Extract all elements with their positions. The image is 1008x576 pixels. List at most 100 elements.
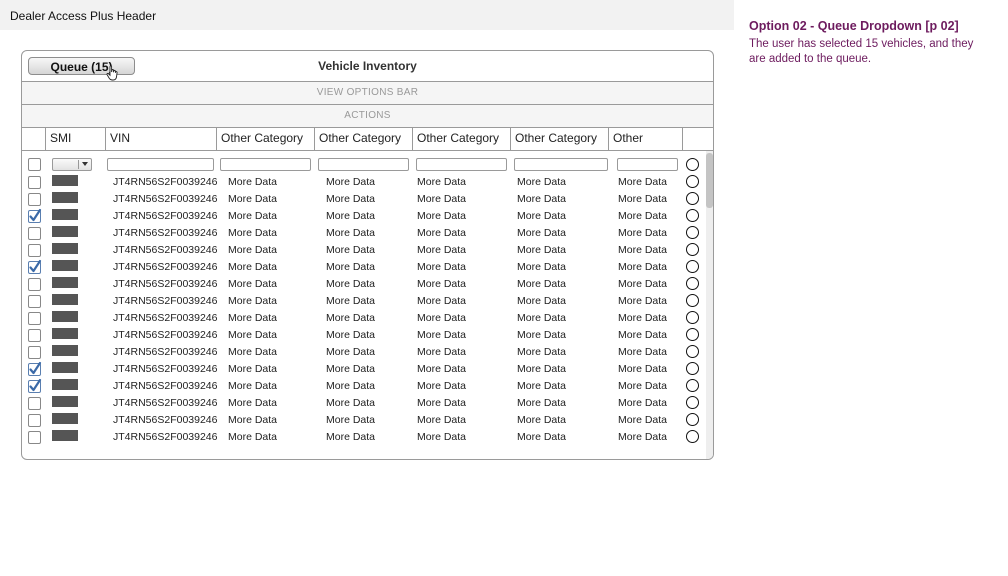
row-checkbox[interactable] — [28, 361, 42, 376]
other-category-4-cell: More Data — [517, 227, 567, 239]
table-row[interactable]: JT4RN56S2F0039246 More Data More Data More … — [22, 396, 708, 415]
other-category-2-cell: More Data — [326, 329, 376, 341]
smi-swatch — [52, 311, 78, 322]
row-radio[interactable] — [686, 175, 699, 188]
other-category-1-cell: More Data — [228, 329, 278, 341]
column-header-other[interactable]: Other — [609, 128, 683, 150]
smi-filter-dropdown[interactable] — [52, 158, 92, 171]
table-row[interactable]: JT4RN56S2F0039246 More Data More Data More … — [22, 259, 708, 279]
other-category-2-cell: More Data — [326, 431, 376, 443]
row-checkbox[interactable] — [28, 193, 41, 206]
row-radio[interactable] — [686, 277, 699, 290]
row-checkbox[interactable] — [28, 329, 41, 342]
table-row[interactable]: JT4RN56S2F0039246 More Data More Data More … — [22, 328, 708, 347]
other-category-3-cell: More Data — [417, 414, 467, 426]
vin-cell: JT4RN56S2F0039246 — [113, 244, 218, 256]
other-category-4-cell: More Data — [517, 380, 567, 392]
row-radio[interactable] — [686, 209, 699, 222]
row-radio[interactable] — [686, 345, 699, 358]
other-category-4-cell: More Data — [517, 363, 567, 375]
other-category-2-cell: More Data — [326, 193, 376, 205]
table-row[interactable]: JT4RN56S2F0039246 More Data More Data More … — [22, 226, 708, 245]
row-checkbox[interactable] — [28, 278, 41, 291]
other-category-3-cell: More Data — [417, 295, 467, 307]
other-category-2-filter-input[interactable] — [318, 158, 409, 171]
row-radio[interactable] — [686, 413, 699, 426]
vehicle-inventory-panel: Queue (15) Vehicle Inventory VIEW OPTION… — [21, 50, 714, 460]
column-header-other-category-2[interactable]: Other Category — [315, 128, 413, 150]
other-category-4-cell: More Data — [517, 261, 567, 273]
row-checkbox[interactable] — [28, 397, 41, 410]
row-checkbox[interactable] — [28, 346, 41, 359]
other-cell: More Data — [618, 261, 668, 273]
table-row[interactable]: JT4RN56S2F0039246 More Data More Data More … — [22, 243, 708, 262]
column-header-other-category-1[interactable]: Other Category — [217, 128, 315, 150]
table-row[interactable]: JT4RN56S2F0039246 More Data More Data More … — [22, 277, 708, 296]
row-checkbox[interactable] — [28, 244, 41, 257]
smi-swatch — [52, 277, 78, 288]
row-radio[interactable] — [686, 396, 699, 409]
other-cell: More Data — [618, 295, 668, 307]
column-header-smi[interactable]: SMI — [46, 128, 106, 150]
row-radio[interactable] — [686, 379, 699, 392]
other-category-4-cell: More Data — [517, 244, 567, 256]
other-category-3-filter-input[interactable] — [416, 158, 507, 171]
table-row[interactable]: JT4RN56S2F0039246 More Data More Data More … — [22, 430, 708, 449]
other-filter-input[interactable] — [617, 158, 678, 171]
note-body: The user has selected 15 vehicles, and t… — [749, 38, 974, 65]
table-row[interactable]: JT4RN56S2F0039246 More Data More Data More … — [22, 413, 708, 432]
vin-filter-input[interactable] — [107, 158, 214, 171]
table-row[interactable]: JT4RN56S2F0039246 More Data More Data More … — [22, 345, 708, 364]
smi-swatch — [52, 175, 78, 186]
row-radio[interactable] — [686, 311, 699, 324]
row-radio[interactable] — [686, 294, 699, 307]
other-category-4-filter-input[interactable] — [514, 158, 608, 171]
table-row[interactable]: JT4RN56S2F0039246 More Data More Data More … — [22, 378, 708, 398]
row-radio[interactable] — [686, 430, 699, 443]
row-radio[interactable] — [686, 260, 699, 273]
row-checkbox[interactable] — [28, 208, 42, 223]
filter-radio[interactable] — [686, 158, 699, 171]
table-row[interactable]: JT4RN56S2F0039246 More Data More Data More … — [22, 175, 708, 194]
other-category-1-cell: More Data — [228, 227, 278, 239]
row-checkbox[interactable] — [28, 295, 41, 308]
row-checkbox[interactable] — [28, 259, 42, 274]
column-header-vin[interactable]: VIN — [106, 128, 217, 150]
header-select-column — [22, 128, 46, 150]
table-row[interactable]: JT4RN56S2F0039246 More Data More Data More … — [22, 294, 708, 313]
table-row[interactable]: JT4RN56S2F0039246 More Data More Data More … — [22, 361, 708, 381]
row-checkbox[interactable] — [28, 312, 41, 325]
vertical-scrollbar[interactable] — [706, 151, 713, 459]
row-radio[interactable] — [686, 192, 699, 205]
row-checkbox[interactable] — [28, 414, 41, 427]
row-radio[interactable] — [686, 243, 699, 256]
vin-cell: JT4RN56S2F0039246 — [113, 414, 218, 426]
row-radio[interactable] — [686, 362, 699, 375]
table-row[interactable]: JT4RN56S2F0039246 More Data More Data More … — [22, 311, 708, 330]
other-category-1-filter-input[interactable] — [220, 158, 311, 171]
scrollbar-thumb[interactable] — [706, 153, 713, 208]
column-header-other-category-4[interactable]: Other Category — [511, 128, 609, 150]
column-header-other-category-3[interactable]: Other Category — [413, 128, 511, 150]
view-options-bar[interactable]: VIEW OPTIONS BAR — [22, 82, 713, 105]
other-category-3-cell: More Data — [417, 244, 467, 256]
smi-swatch — [52, 328, 78, 339]
actions-bar[interactable]: ACTIONS — [22, 105, 713, 128]
row-checkbox[interactable] — [28, 227, 41, 240]
other-category-1-cell: More Data — [228, 397, 278, 409]
smi-swatch — [52, 396, 78, 407]
other-category-1-cell: More Data — [228, 295, 278, 307]
row-checkbox[interactable] — [28, 378, 42, 393]
other-category-3-cell: More Data — [417, 210, 467, 222]
row-radio[interactable] — [686, 226, 699, 239]
select-all-checkbox[interactable] — [28, 158, 41, 171]
other-category-3-cell: More Data — [417, 380, 467, 392]
table-body: JT4RN56S2F0039246 More Data More Data More … — [22, 151, 713, 459]
table-row[interactable]: JT4RN56S2F0039246 More Data More Data More … — [22, 208, 708, 228]
table-row[interactable]: JT4RN56S2F0039246 More Data More Data More … — [22, 192, 708, 211]
smi-swatch — [52, 430, 78, 441]
row-checkbox[interactable] — [28, 176, 41, 189]
vin-cell: JT4RN56S2F0039246 — [113, 431, 218, 443]
row-checkbox[interactable] — [28, 431, 41, 444]
row-radio[interactable] — [686, 328, 699, 341]
